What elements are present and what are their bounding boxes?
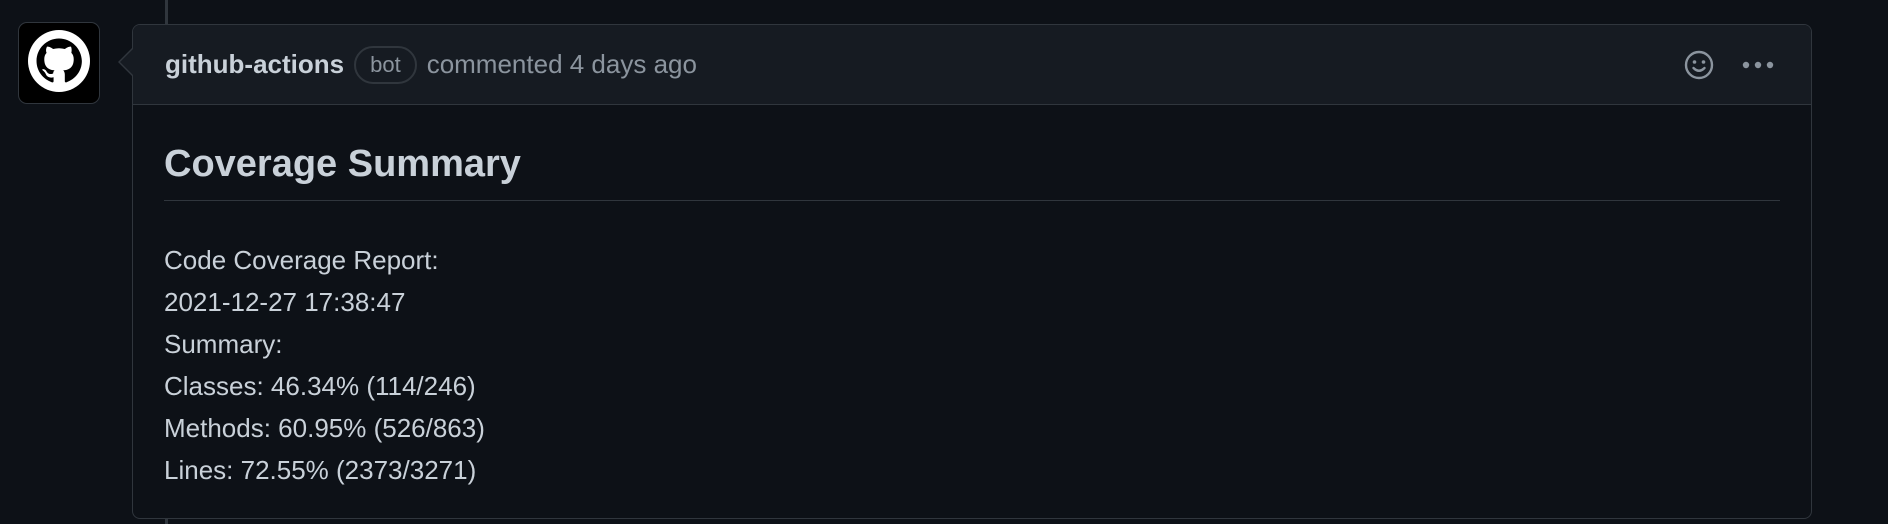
comment-box: github-actions bot commented 4 days ago <box>132 24 1812 519</box>
report-line-methods: Methods: 60.95% (526/863) <box>164 413 485 443</box>
comment-author-link[interactable]: github-actions <box>165 49 344 80</box>
comment-timestamp[interactable]: commented 4 days ago <box>427 49 697 80</box>
kebab-horizontal-icon[interactable] <box>1741 60 1775 70</box>
bot-badge: bot <box>354 45 417 84</box>
comment-header: github-actions bot commented 4 days ago <box>133 25 1811 105</box>
report-line-timestamp: 2021-12-27 17:38:47 <box>164 287 406 317</box>
comment-body: Coverage Summary Code Coverage Report: 2… <box>133 105 1811 491</box>
smiley-icon[interactable] <box>1683 49 1715 81</box>
github-octocat-icon <box>28 29 90 97</box>
comment-heading: Coverage Summary <box>164 143 1780 201</box>
comment-caret-fill <box>120 49 133 75</box>
report-line-lines: Lines: 72.55% (2373/3271) <box>164 455 477 485</box>
coverage-report: Code Coverage Report: 2021-12-27 17:38:4… <box>164 239 1780 491</box>
report-line-summary: Summary: <box>164 329 283 359</box>
comment-actions <box>1683 25 1775 105</box>
report-line-classes: Classes: 46.34% (114/246) <box>164 371 476 401</box>
avatar[interactable] <box>18 22 100 104</box>
report-line-heading: Code Coverage Report: <box>164 245 439 275</box>
